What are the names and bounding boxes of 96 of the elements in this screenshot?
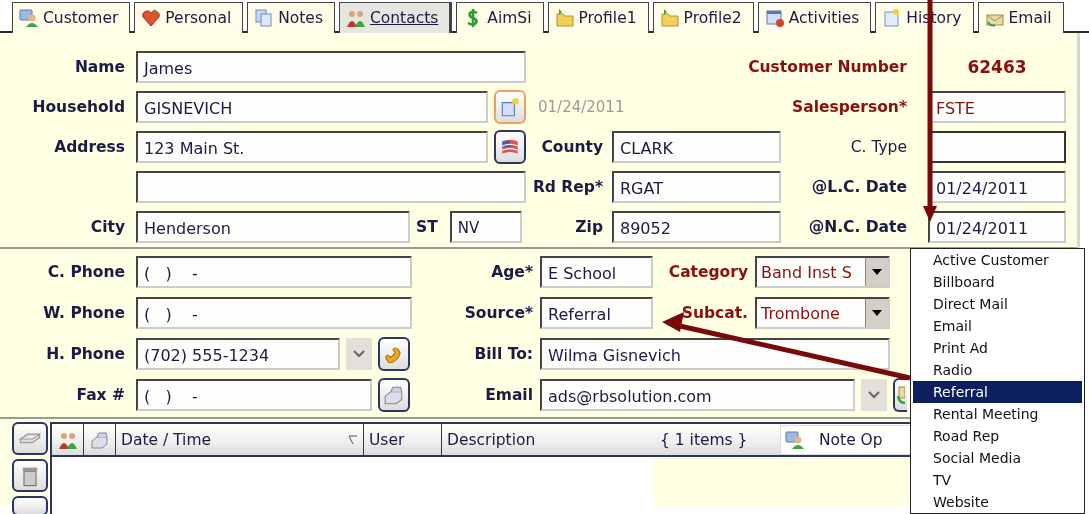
tab[interactable]: Contacts (338, 2, 453, 33)
dropdown-arrow-icon (872, 309, 882, 316)
tab[interactable]: Customer (12, 2, 131, 33)
age-field[interactable]: E School (540, 255, 653, 288)
list-option[interactable]: Road Rep (913, 425, 1082, 447)
email-field[interactable]: ads@rbsolution.com (540, 378, 855, 411)
fax-field[interactable]: ( ) - (136, 378, 372, 411)
person-card-icon (785, 429, 805, 450)
list-option[interactable]: Direct Mail (913, 293, 1082, 315)
category-select[interactable]: Band Inst S (755, 255, 890, 288)
tab[interactable]: Personal (134, 2, 244, 33)
field-label: County (541, 138, 604, 156)
dropdown-arrow-icon (872, 268, 882, 275)
field-label: C. Phone (47, 262, 125, 281)
field-label: Fax # (76, 385, 125, 404)
list-option[interactable]: Radio (913, 359, 1082, 381)
tab[interactable]: Profile1 (547, 2, 649, 33)
date-field[interactable]: 01/24/2011 (928, 211, 1066, 243)
fax-machine-icon (89, 429, 110, 450)
chevron-down-icon (868, 390, 880, 399)
column-header[interactable]: User (364, 424, 442, 455)
field-label: Customer Number (748, 58, 908, 76)
list-option[interactable]: Social Media (913, 447, 1082, 469)
person-card-icon (19, 8, 39, 28)
tab[interactable]: Activities (757, 2, 872, 33)
field-label: @N.C. Date (808, 218, 908, 236)
city-field[interactable]: Henderson (136, 211, 410, 243)
envelope-icon (897, 385, 905, 404)
fax-button[interactable] (378, 377, 410, 412)
trash-button[interactable] (12, 459, 48, 492)
bill-to-field[interactable]: Wilma Gisnevich (540, 337, 890, 370)
phone-field[interactable]: (702) 555-1234 (136, 337, 340, 370)
field-label: City (90, 218, 125, 236)
list-option[interactable]: Website (913, 491, 1082, 513)
send-email-button[interactable] (893, 377, 907, 412)
customer-number: 62463 (966, 57, 1028, 77)
column-header[interactable]: Description (442, 424, 660, 455)
note-star-icon (499, 95, 521, 119)
tool-button[interactable] (12, 496, 48, 514)
zip-field[interactable]: 89052 (612, 211, 781, 243)
state-field[interactable]: NV (449, 211, 522, 243)
household-date: 01/24/2011 (537, 98, 626, 116)
field-label: @L.C. Date (811, 178, 908, 196)
dropdown-button[interactable] (346, 337, 372, 370)
household-field[interactable]: GISNEVICH (136, 91, 488, 123)
item-count: { 1 items } (660, 430, 749, 449)
address-field[interactable]: 123 Main St. (136, 131, 488, 163)
pages-icon (254, 8, 275, 28)
tab[interactable]: AimSi (456, 2, 544, 33)
list-option[interactable]: Active Customer (913, 249, 1082, 271)
call-button[interactable] (378, 336, 410, 371)
address-field[interactable] (136, 171, 526, 203)
county-field[interactable]: CLARK (612, 131, 781, 163)
calendar-icon (764, 8, 785, 28)
folder-icon (554, 8, 575, 28)
note-button[interactable] (494, 90, 526, 124)
list-option[interactable]: Billboard (913, 271, 1082, 293)
field-label: W. Phone (43, 303, 125, 322)
field-label: Address (54, 138, 125, 156)
field-label: C. Type (850, 138, 908, 156)
list-option[interactable]: Referral (913, 381, 1082, 403)
phone-field[interactable]: ( ) - (136, 255, 412, 288)
list-option[interactable]: TV (913, 469, 1082, 491)
tray-button[interactable] (12, 422, 48, 455)
tab[interactable]: Email (977, 2, 1064, 33)
field-label: Salesperson* (792, 98, 908, 116)
name-field[interactable]: James (136, 51, 526, 83)
field-label: Source* (464, 303, 534, 322)
source-field[interactable]: Referral (540, 296, 653, 329)
field-label: ST (416, 218, 439, 236)
field-label: Household (32, 98, 125, 116)
tab[interactable]: Notes (247, 2, 335, 33)
dropdown-button[interactable] (861, 378, 887, 411)
field-label: Zip (575, 218, 604, 236)
rep-field[interactable]: RGAT (612, 171, 781, 203)
tab[interactable]: Profile2 (652, 2, 754, 33)
flag-button[interactable] (494, 130, 526, 164)
list-option[interactable]: Rental Meeting (913, 403, 1082, 425)
folder-icon (659, 8, 680, 28)
phone-field[interactable]: ( ) - (136, 296, 412, 329)
field-label: Name (74, 58, 125, 76)
column-header[interactable]: Date / Time (116, 424, 364, 455)
heart-icon (141, 8, 162, 28)
field-label: Email (485, 385, 534, 404)
sort-icon (348, 434, 358, 445)
list-option[interactable]: Email (913, 315, 1082, 337)
field-label: Category (668, 262, 749, 281)
people-icon (345, 8, 366, 28)
field-label: Bill To: (474, 344, 534, 363)
field-label: Subcat. (681, 303, 749, 322)
chevron-down-icon (353, 349, 365, 358)
field-label: Rd Rep* (532, 178, 604, 196)
subcategory-select[interactable]: Trombone (755, 296, 890, 329)
field-label: H. Phone (46, 344, 125, 363)
list-option[interactable]: Print Ad (913, 337, 1082, 359)
field-label: Age* (491, 262, 534, 281)
